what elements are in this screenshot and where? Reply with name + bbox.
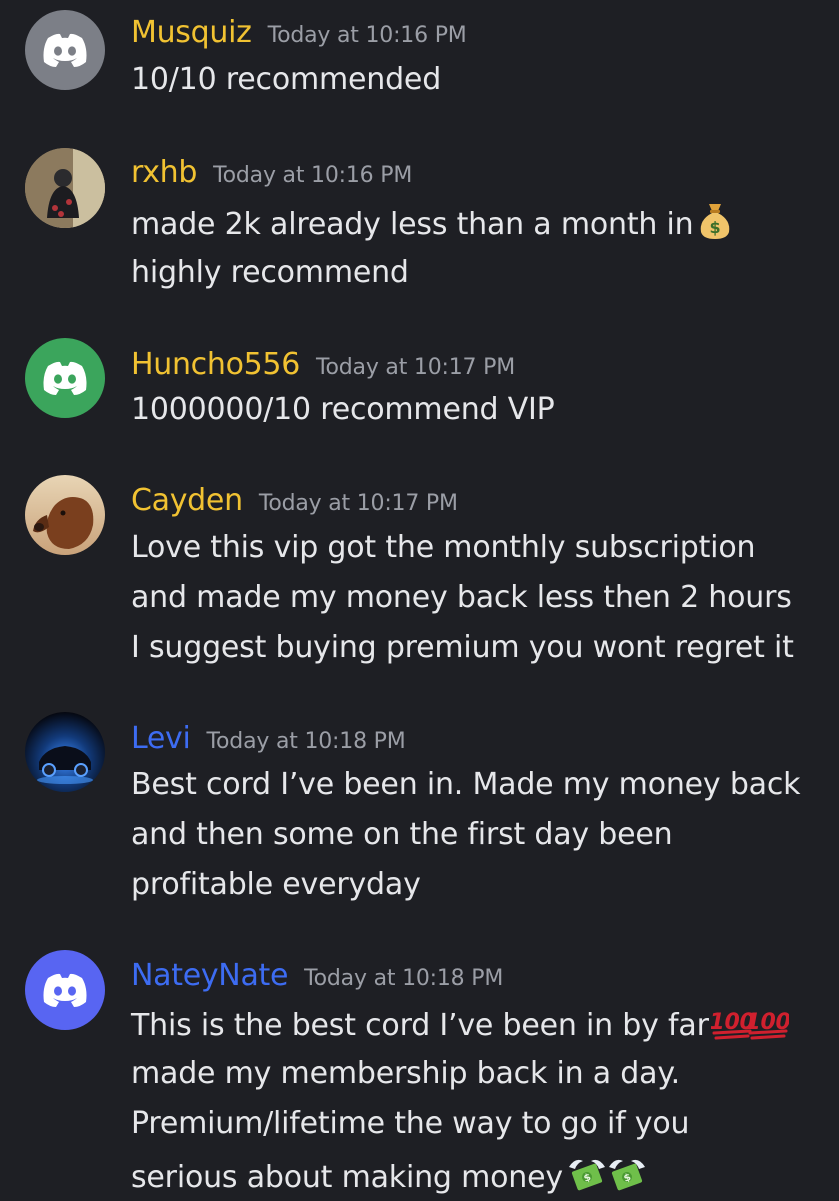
avatar[interactable] xyxy=(25,950,105,1030)
avatar[interactable] xyxy=(25,10,105,90)
message-list: Musquiz Today at 10:16 PM 10/10 recommen… xyxy=(0,0,839,1200)
money-with-wings-icon: $ xyxy=(565,1155,609,1201)
avatar[interactable] xyxy=(25,338,105,418)
message-text: and made my money back less then 2 hours xyxy=(131,580,792,615)
timestamp: Today at 10:16 PM xyxy=(213,163,413,188)
discord-logo-icon xyxy=(43,361,87,395)
message-text: serious about making money $ $ xyxy=(131,1155,649,1201)
message-text: Best cord I’ve been in. Made my money ba… xyxy=(131,767,801,802)
avatar[interactable] xyxy=(25,148,105,228)
timestamp: Today at 10:17 PM xyxy=(258,491,458,516)
message-text-line: This is the best cord I’ve been in by fa… xyxy=(131,1008,709,1043)
timestamp: Today at 10:16 PM xyxy=(267,23,467,48)
message-text-line: serious about making money xyxy=(131,1160,563,1195)
message-text: profitable everyday xyxy=(131,867,421,902)
dog-photo xyxy=(25,475,105,555)
message-text: Premium/lifetime the way to go if you xyxy=(131,1106,690,1141)
timestamp: Today at 10:17 PM xyxy=(316,355,515,380)
message-text: I suggest buying premium you wont regret… xyxy=(131,630,794,665)
car-photo xyxy=(25,712,105,792)
money-bag-icon: $ xyxy=(695,200,735,248)
profile-photo xyxy=(25,148,105,228)
message-text: Love this vip got the monthly subscripti… xyxy=(131,530,756,565)
message-text-line: made 2k already less than a month in xyxy=(131,207,694,242)
avatar[interactable] xyxy=(25,712,105,792)
username[interactable]: rxhb xyxy=(131,155,197,190)
username[interactable]: Huncho556 xyxy=(131,347,300,382)
hundred-points-icon: 100 xyxy=(745,1005,791,1049)
timestamp: Today at 10:18 PM xyxy=(304,966,504,991)
discord-logo-icon xyxy=(43,33,87,67)
svg-text:$: $ xyxy=(710,218,721,237)
message-text: highly recommend xyxy=(131,255,409,290)
message-text: and then some on the first day been xyxy=(131,817,673,852)
message-text: 10/10 recommended xyxy=(131,62,442,97)
username[interactable]: Cayden xyxy=(131,483,243,518)
username[interactable]: Musquiz xyxy=(131,15,252,50)
username[interactable]: Levi xyxy=(131,721,191,756)
timestamp: Today at 10:18 PM xyxy=(206,729,406,754)
message-text: made 2k already less than a month in $ xyxy=(131,200,735,248)
message-text: This is the best cord I’ve been in by fa… xyxy=(131,1005,791,1049)
money-with-wings-icon: $ xyxy=(605,1155,649,1201)
discord-logo-icon xyxy=(43,973,87,1007)
message-text: made my membership back in a day. xyxy=(131,1056,680,1091)
message-text: 1000000/10 recommend VIP xyxy=(131,392,555,427)
avatar[interactable] xyxy=(25,475,105,555)
username[interactable]: NateyNate xyxy=(131,958,288,993)
